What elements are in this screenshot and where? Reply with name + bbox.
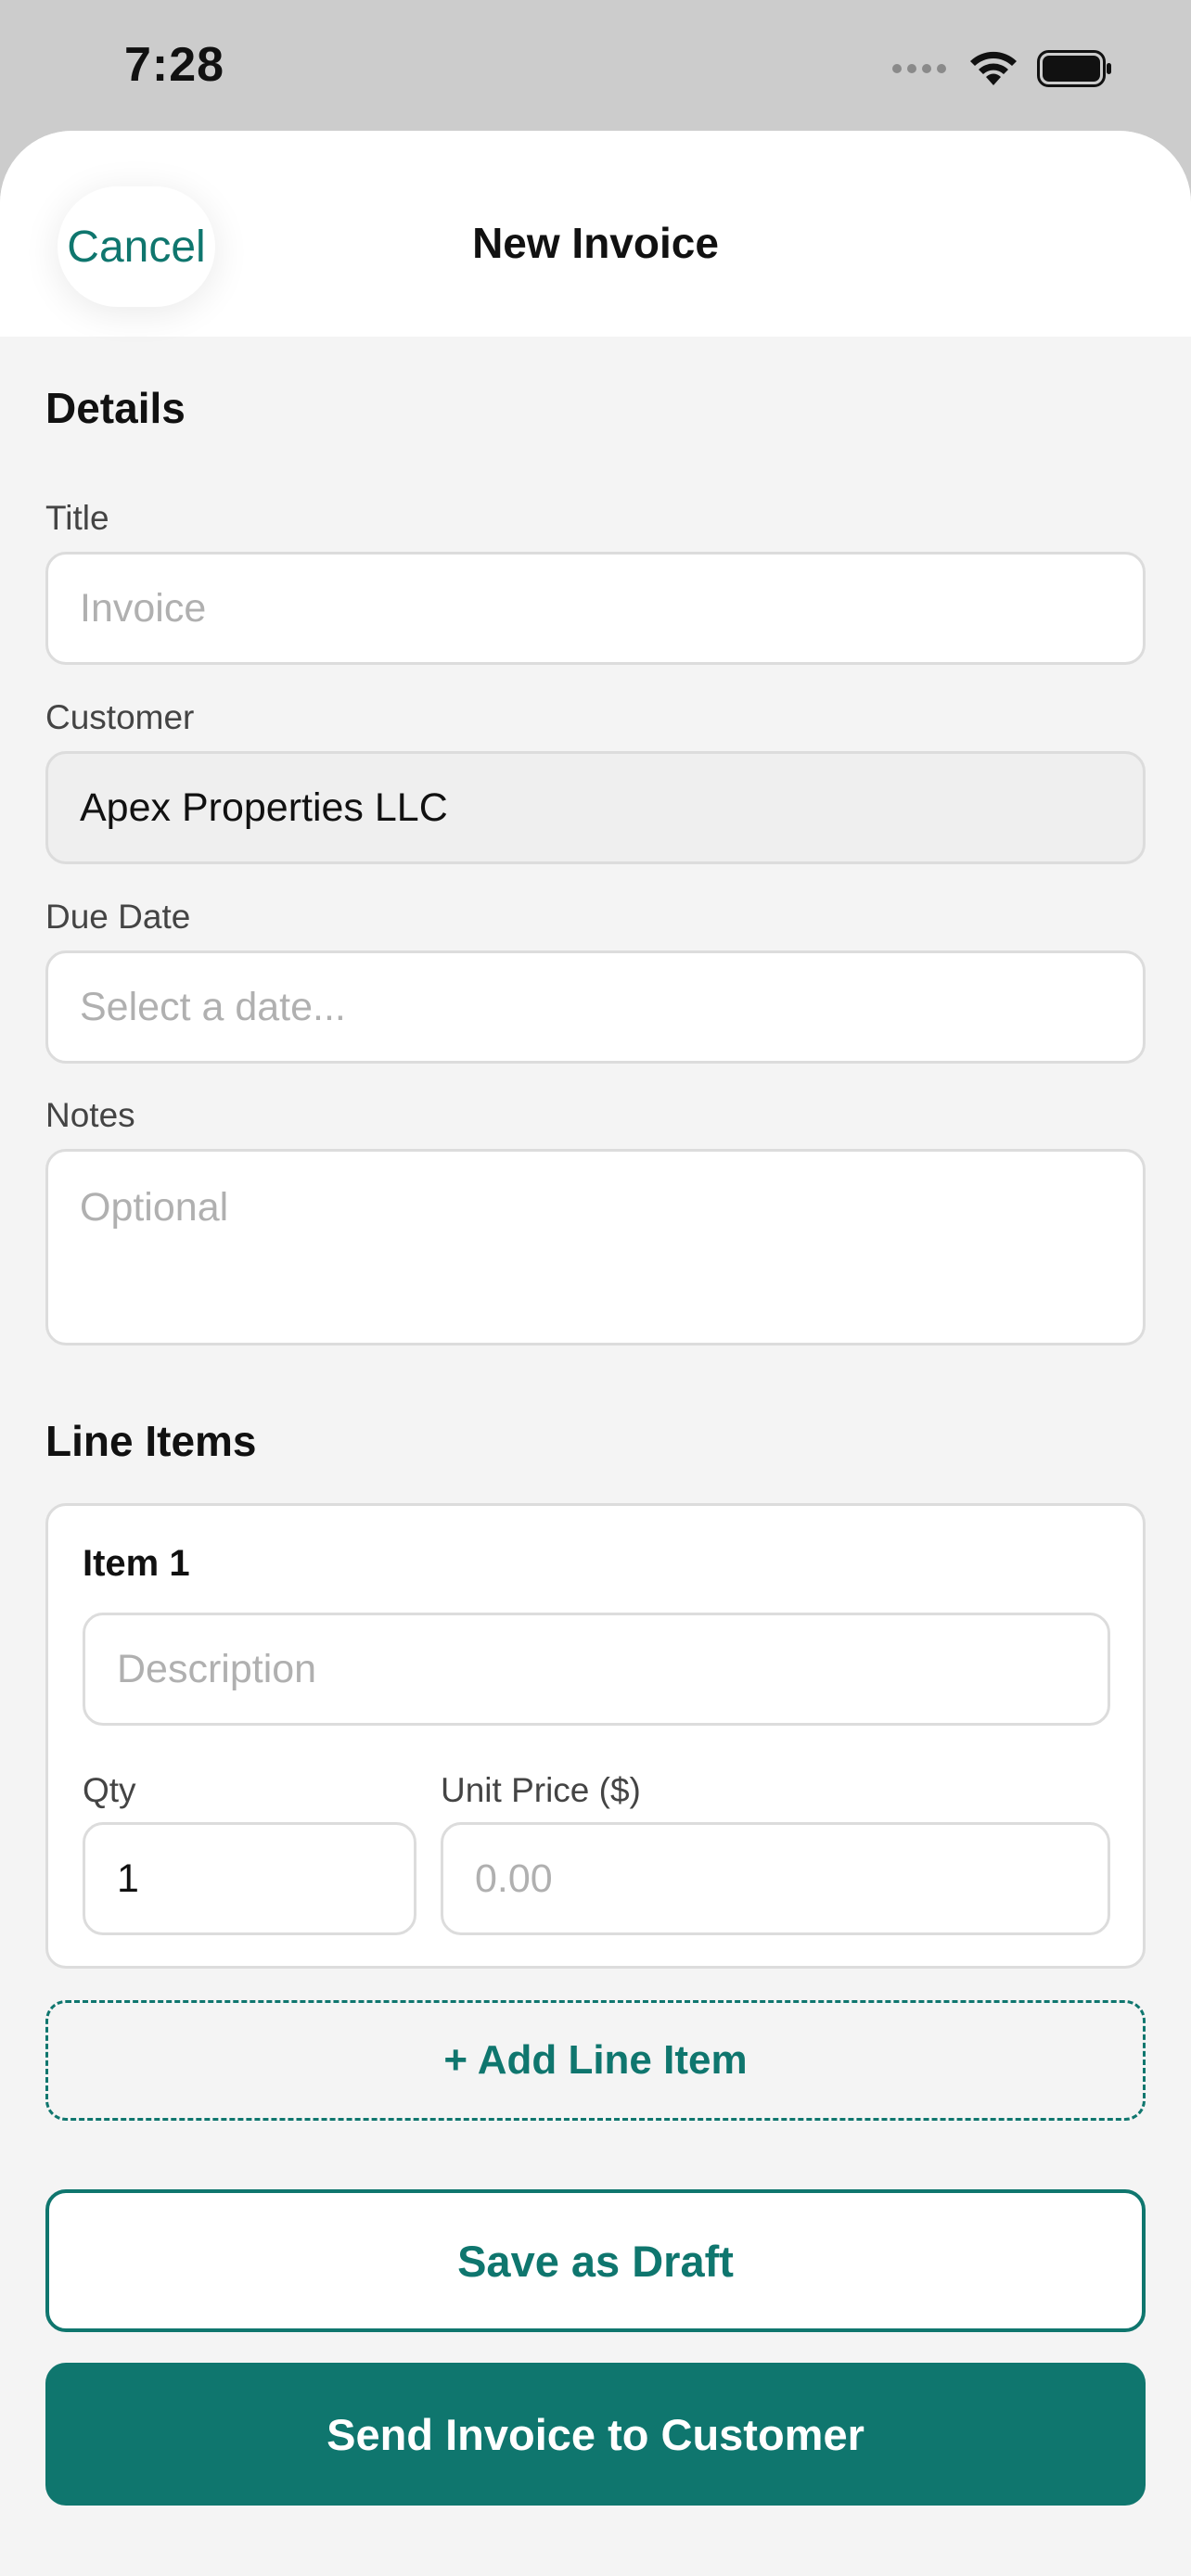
new-invoice-sheet: Cancel New Invoice Details Title Invoice… <box>0 131 1191 2576</box>
line-item-title: Item 1 <box>83 1543 190 1584</box>
qty-input[interactable]: 1 <box>83 1822 416 1935</box>
add-line-item-button[interactable]: + Add Line Item <box>45 2000 1146 2121</box>
details-section-title: Details <box>45 384 186 432</box>
qty-label: Qty <box>83 1771 136 1809</box>
unit-price-label: Unit Price ($) <box>441 1771 641 1809</box>
description-input[interactable]: Description <box>83 1613 1110 1726</box>
due-date-picker[interactable]: Select a date... <box>45 950 1146 1064</box>
due-date-label: Due Date <box>45 898 191 936</box>
status-time: 7:28 <box>124 38 225 92</box>
customer-field[interactable]: Apex Properties LLC <box>45 751 1146 864</box>
notes-textarea[interactable]: Optional <box>45 1149 1146 1345</box>
battery-icon <box>1037 50 1111 87</box>
status-bar: 7:28 <box>0 0 1191 131</box>
wifi-icon <box>970 51 1017 85</box>
send-invoice-button[interactable]: Send Invoice to Customer <box>45 2363 1146 2506</box>
line-item-card: Item 1 Description Qty 1 Unit Price ($) … <box>45 1503 1146 1969</box>
status-icons <box>892 45 1113 93</box>
nav-bar: Cancel New Invoice <box>0 131 1191 337</box>
line-items-section-title: Line Items <box>45 1417 257 1465</box>
notes-label: Notes <box>45 1096 135 1134</box>
save-draft-button[interactable]: Save as Draft <box>45 2189 1146 2332</box>
cellular-signal-icon <box>892 64 946 73</box>
title-input[interactable]: Invoice <box>45 552 1146 665</box>
page-title: New Invoice <box>472 219 719 267</box>
customer-label: Customer <box>45 698 195 736</box>
unit-price-input[interactable]: 0.00 <box>441 1822 1110 1935</box>
title-label: Title <box>45 499 109 537</box>
